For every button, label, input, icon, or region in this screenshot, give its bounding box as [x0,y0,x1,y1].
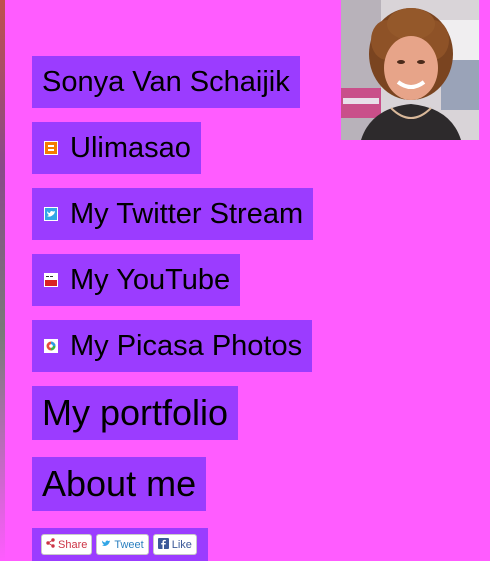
twitter-bird-icon [101,539,111,551]
profile-name-label: Sonya Van Schaijik [42,65,290,98]
share-icon [46,538,55,551]
share-button[interactable]: Share [41,534,93,555]
nav-item-twitter[interactable]: My Twitter Stream [32,188,314,240]
nav-item-label: My Twitter Stream [70,197,304,230]
nav-item-portfolio[interactable]: My portfolio [32,386,239,440]
nav-item-about[interactable]: About me [32,457,207,511]
profile-photo [341,0,479,140]
nav-item-label: Ulimasao [70,131,191,164]
nav-item-label: My YouTube [70,263,231,296]
nav-item-label: About me [42,463,197,504]
youtube-icon [44,273,58,287]
tweet-label: Tweet [114,538,144,551]
share-bar: Share Tweet Like [32,528,208,561]
facebook-icon [157,537,169,552]
window-left-edge [0,0,5,561]
twitter-icon [44,207,58,221]
nav-item-label: My Picasa Photos [70,329,303,362]
picasa-icon [44,339,58,353]
blogger-icon [44,141,58,155]
tweet-button[interactable]: Tweet [96,534,149,555]
nav-item-name[interactable]: Sonya Van Schaijik [32,56,300,108]
nav-item-label: My portfolio [42,392,229,433]
nav-item-picasa[interactable]: My Picasa Photos [32,320,313,372]
share-label: Share [58,538,88,551]
like-label: Like [171,538,192,551]
like-button[interactable]: Like [152,534,197,555]
nav-item-youtube[interactable]: My YouTube [32,254,241,306]
nav-item-ulimasao[interactable]: Ulimasao [32,122,201,174]
